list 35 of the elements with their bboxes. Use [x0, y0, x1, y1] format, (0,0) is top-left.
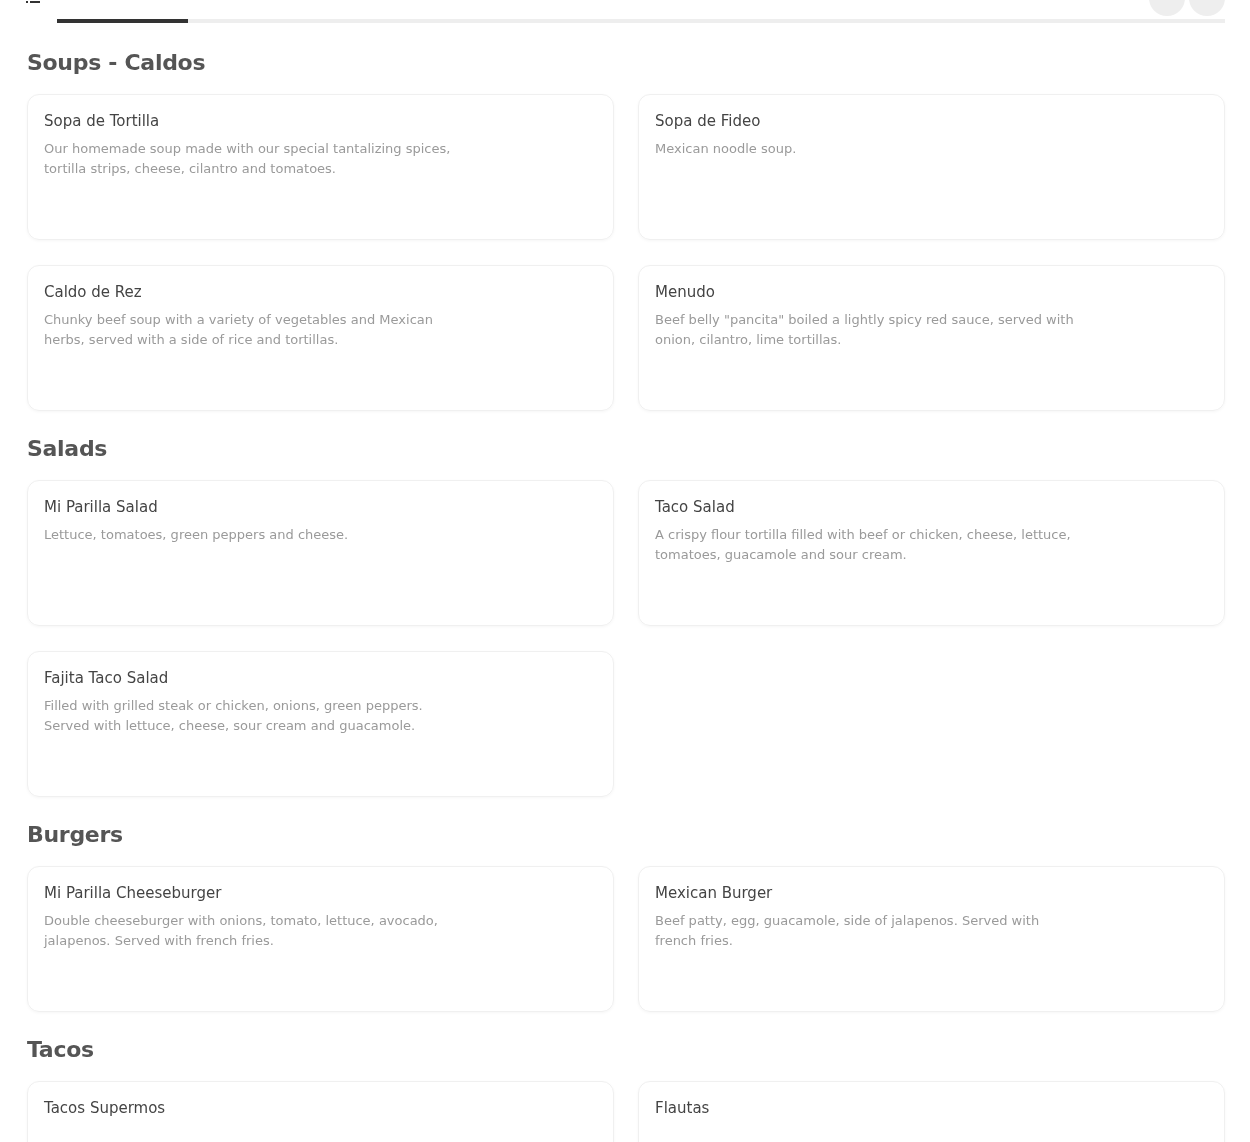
menu-item-card[interactable]: Mexican Burger Beef patty, egg, guacamole, side of jalapenos. Served with french fries. — [638, 866, 1225, 1012]
item-description: Beef patty, egg, guacamole, side of jalapenos. Served with french fries. — [655, 912, 1041, 950]
item-name: Mi Parilla Salad — [44, 497, 158, 518]
menu-item-card[interactable]: Flautas — [638, 1081, 1225, 1142]
item-name: Mexican Burger — [655, 883, 773, 904]
item-name: Menudo — [655, 282, 715, 303]
item-description: Chunky beef soup with a variety of vegetables and Mexican herbs, served with a side of rice and tortillas. — [44, 311, 434, 349]
item-name: Flautas — [655, 1098, 710, 1119]
menu-item-card[interactable]: Taco Salad A crispy flour tortilla filled with beef or chicken, cheese, lettuce, tomatoes, guacamole and sour cream. — [638, 480, 1225, 626]
menu-item-card[interactable]: Tacos Supermos — [27, 1081, 614, 1142]
section-heading: Soups - Caldos — [27, 50, 207, 76]
menu-item-card[interactable]: Mi Parilla Salad Lettuce, tomatoes, green peppers and cheese. — [27, 480, 614, 626]
item-description: A crispy flour tortilla filled with beef or chicken, cheese, lettuce, tomatoes, guacamole and sour cream. — [655, 526, 1072, 564]
menu-item-card[interactable]: Menudo Beef belly "pancita" boiled a lightly spicy red sauce, served with onion, cilantro, lime tortillas. — [638, 265, 1225, 411]
item-name: Mi Parilla Cheeseburger — [44, 883, 222, 904]
menu-item-card[interactable]: Caldo de Rez Chunky beef soup with a variety of vegetables and Mexican herbs, served with a side of rice and tortillas. — [27, 265, 614, 411]
item-description: Our homemade soup made with our special tantalizing spices, tortilla strips, cheese, cilantro and tomatoes. — [44, 140, 452, 178]
section-heading: Salads — [27, 436, 109, 462]
item-description: Lettuce, tomatoes, green peppers and cheese. — [44, 526, 350, 544]
item-name: Caldo de Rez — [44, 282, 142, 303]
item-name: Tacos Supermos — [44, 1098, 166, 1119]
menu-item-card[interactable]: Sopa de Tortilla Our homemade soup made with our special tantalizing spices, tortilla strips, cheese, cilantro and tomatoes. — [27, 94, 614, 240]
item-name: Taco Salad — [655, 497, 735, 518]
menu-item-card[interactable]: Fajita Taco Salad Filled with grilled steak or chicken, onions, green peppers. Served with lettuce, cheese, sour cream and guacamole. — [27, 651, 614, 797]
section-heading: Tacos — [27, 1037, 95, 1063]
menu-item-card[interactable]: Sopa de Fideo Mexican noodle soup. — [638, 94, 1225, 240]
section-heading: Burgers — [27, 822, 124, 848]
item-description: Beef belly "pancita" boiled a lightly spicy red sauce, served with onion, cilantro, lime tortillas. — [655, 311, 1075, 349]
menu-item-card[interactable]: Mi Parilla Cheeseburger Double cheeseburger with onions, tomato, lettuce, avocado, jalapenos. Served with french fries. — [27, 866, 614, 1012]
item-name: Fajita Taco Salad — [44, 668, 169, 689]
item-name: Sopa de Fideo — [655, 111, 761, 132]
item-description: Filled with grilled steak or chicken, onions, green peppers. Served with lettuce, cheese, sour cream and guacamole. — [44, 697, 424, 735]
item-description: Double cheeseburger with onions, tomato, lettuce, avocado, jalapenos. Served with french fries. — [44, 912, 439, 950]
item-name: Sopa de Tortilla — [44, 111, 160, 132]
item-description: Mexican noodle soup. — [655, 140, 798, 158]
